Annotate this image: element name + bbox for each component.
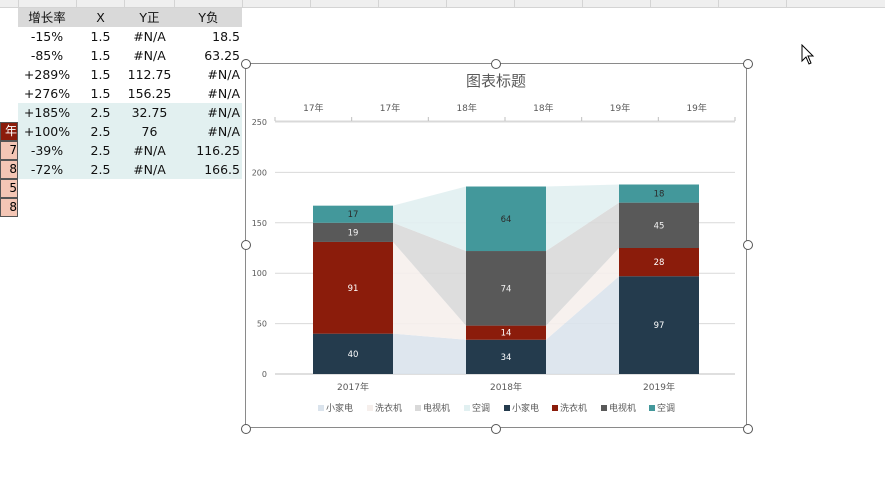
table-cell[interactable]: #N/A <box>125 160 174 179</box>
table-cell[interactable]: 32.75 <box>125 103 174 122</box>
column-header-strip <box>0 0 885 8</box>
column-header-P[interactable] <box>515 0 583 7</box>
left-cell[interactable]: 8 <box>0 160 18 179</box>
table-row: +276% 1.5 156.25 #N/A <box>18 84 242 103</box>
table-cell[interactable]: #N/A <box>125 46 174 65</box>
resize-handle-top[interactable] <box>491 59 501 69</box>
resize-handle-top-right[interactable] <box>743 59 753 69</box>
table-cell[interactable]: 112.75 <box>125 65 174 84</box>
table-header-row: 增长率 X Y正 Y负 <box>18 8 242 27</box>
resize-handle-left[interactable] <box>241 240 251 250</box>
table-cell[interactable]: 18.5 <box>175 27 242 46</box>
left-cell[interactable]: 5 <box>0 179 18 198</box>
table-row: -39% 2.5 #N/A 116.25 <box>18 141 242 160</box>
header-cell[interactable]: Y正 <box>125 8 174 27</box>
column-header-H[interactable] <box>18 0 77 7</box>
table-cell[interactable]: 116.25 <box>175 141 242 160</box>
table-cell[interactable]: +289% <box>18 65 76 84</box>
column-header-Q[interactable] <box>583 0 651 7</box>
table-row: -85% 1.5 #N/A 63.25 <box>18 46 242 65</box>
table-cell[interactable]: -85% <box>18 46 76 65</box>
table-cell[interactable]: 156.25 <box>125 84 174 103</box>
table-cell[interactable]: 1.5 <box>77 84 124 103</box>
table-cell[interactable]: #N/A <box>175 103 242 122</box>
header-cell[interactable]: Y负 <box>175 8 242 27</box>
mouse-pointer-icon <box>801 44 815 65</box>
left-cell[interactable]: 年 <box>0 122 18 141</box>
left-cell[interactable]: 8 <box>0 198 18 217</box>
header-cell[interactable]: X <box>77 8 124 27</box>
table-cell[interactable]: +276% <box>18 84 76 103</box>
table-cell[interactable]: 1.5 <box>77 65 124 84</box>
table-row: -15% 1.5 #N/A 18.5 <box>18 27 242 46</box>
left-cell[interactable]: 7 <box>0 141 18 160</box>
table-cell[interactable]: -72% <box>18 160 76 179</box>
table-cell[interactable]: 2.5 <box>77 160 124 179</box>
table-cell[interactable]: 1.5 <box>77 46 124 65</box>
table-cell[interactable]: 63.25 <box>175 46 242 65</box>
table-cell[interactable]: #N/A <box>175 122 242 141</box>
column-header-S[interactable] <box>719 0 787 7</box>
table-row: +289% 1.5 112.75 #N/A <box>18 65 242 84</box>
table-row: -72% 2.5 #N/A 166.5 <box>18 160 242 179</box>
table-cell[interactable]: #N/A <box>175 84 242 103</box>
column-header-I[interactable] <box>77 0 125 7</box>
chart-area[interactable] <box>245 63 747 428</box>
table-cell[interactable]: -15% <box>18 27 76 46</box>
column-header-L[interactable] <box>243 0 311 7</box>
table-cell[interactable]: 76 <box>125 122 174 141</box>
resize-handle-bottom[interactable] <box>491 424 501 434</box>
resize-handle-top-left[interactable] <box>241 59 251 69</box>
table-cell[interactable]: 1.5 <box>77 27 124 46</box>
table-row: +185% 2.5 32.75 #N/A <box>18 103 242 122</box>
column-header-T[interactable] <box>787 0 885 7</box>
table-cell[interactable]: #N/A <box>175 65 242 84</box>
resize-handle-bottom-left[interactable] <box>241 424 251 434</box>
header-cell[interactable]: 增长率 <box>18 8 76 27</box>
table-cell[interactable]: +100% <box>18 122 76 141</box>
table-cell[interactable]: #N/A <box>125 141 174 160</box>
resize-handle-right[interactable] <box>743 240 753 250</box>
table-cell[interactable]: +185% <box>18 103 76 122</box>
table-cell[interactable]: 166.5 <box>175 160 242 179</box>
table-row: +100% 2.5 76 #N/A <box>18 122 242 141</box>
resize-handle-bottom-right[interactable] <box>743 424 753 434</box>
table-cell[interactable]: 2.5 <box>77 122 124 141</box>
column-header-N[interactable] <box>379 0 447 7</box>
column-header-R[interactable] <box>651 0 719 7</box>
table-cell[interactable]: -39% <box>18 141 76 160</box>
table-cell[interactable]: 2.5 <box>77 141 124 160</box>
column-header-O[interactable] <box>447 0 515 7</box>
column-header-K[interactable] <box>175 0 243 7</box>
table-cell[interactable]: 2.5 <box>77 103 124 122</box>
table-cell[interactable]: #N/A <box>125 27 174 46</box>
column-header-M[interactable] <box>311 0 379 7</box>
column-header-J[interactable] <box>125 0 175 7</box>
